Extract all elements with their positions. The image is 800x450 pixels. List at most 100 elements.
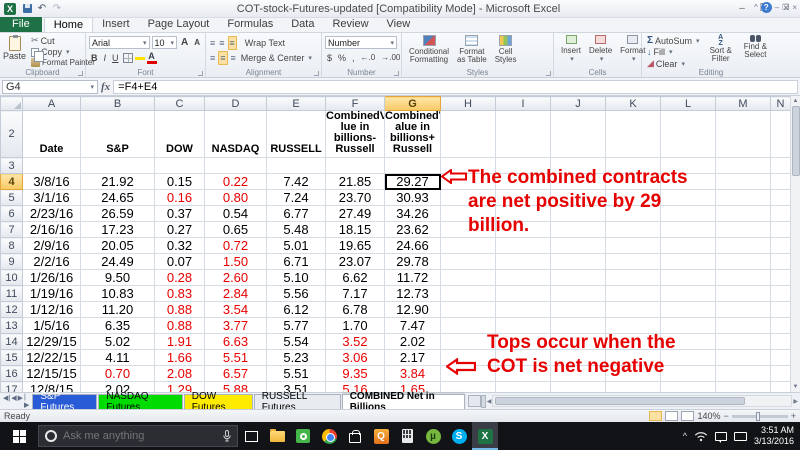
cell-C16[interactable]: 2.08 <box>155 366 205 382</box>
cell-F12[interactable]: 6.78 <box>326 302 385 318</box>
cell-B12[interactable]: 11.20 <box>81 302 155 318</box>
cell-empty[interactable] <box>551 111 606 158</box>
cell-empty[interactable] <box>661 382 716 393</box>
decrease-decimal-button[interactable]: →.00 <box>379 53 402 62</box>
cell-A6[interactable]: 2/23/16 <box>23 206 81 222</box>
align-middle-button[interactable]: ≡ <box>218 37 225 49</box>
delete-cells-button[interactable]: Delete▾ <box>585 35 616 66</box>
cell-empty[interactable] <box>661 302 716 318</box>
cell-empty[interactable] <box>606 254 661 270</box>
cell-empty[interactable] <box>716 190 771 206</box>
row-header-17[interactable]: 17 <box>1 382 23 393</box>
cell-empty[interactable] <box>606 190 661 206</box>
workbook-minimize-icon[interactable]: – <box>775 3 779 12</box>
column-header-H[interactable]: H <box>441 97 496 111</box>
cell-D13[interactable]: 3.77 <box>205 318 267 334</box>
skype-button[interactable]: S <box>446 422 472 450</box>
cell-empty[interactable] <box>606 270 661 286</box>
vertical-scrollbar[interactable]: ▲ ▼ <box>790 96 800 392</box>
cell-C10[interactable]: 0.28 <box>155 270 205 286</box>
microphone-icon[interactable] <box>223 430 231 442</box>
italic-button[interactable]: I <box>102 53 109 63</box>
cell-B7[interactable]: 17.23 <box>81 222 155 238</box>
row-header-6[interactable]: 6 <box>1 206 23 222</box>
zoom-out-button[interactable]: − <box>723 411 728 421</box>
minimize-button[interactable]: – <box>732 2 752 15</box>
header-cell-f[interactable]: CombinedVa lue in billions- Russell <box>326 111 385 158</box>
cell-empty[interactable] <box>551 238 606 254</box>
cell-C8[interactable]: 0.32 <box>155 238 205 254</box>
search-input[interactable] <box>63 430 217 442</box>
cell-D5[interactable]: 0.80 <box>205 190 267 206</box>
cell-A5[interactable]: 3/1/16 <box>23 190 81 206</box>
cell-empty[interactable] <box>661 286 716 302</box>
cell-empty[interactable] <box>771 270 791 286</box>
cell-empty[interactable] <box>81 158 155 174</box>
cell-empty[interactable] <box>716 174 771 190</box>
cell-A11[interactable]: 1/19/16 <box>23 286 81 302</box>
cell-empty[interactable] <box>606 206 661 222</box>
horizontal-scroll-thumb[interactable] <box>495 397 745 405</box>
conditional-formatting-button[interactable]: Conditional Formatting <box>405 35 453 66</box>
cell-empty[interactable] <box>496 111 551 158</box>
align-bottom-button[interactable]: ≡ <box>228 36 237 50</box>
cell-B14[interactable]: 5.02 <box>81 334 155 350</box>
cell-empty[interactable] <box>496 174 551 190</box>
cell-empty[interactable] <box>606 174 661 190</box>
ribbon-tab-data[interactable]: Data <box>282 17 323 32</box>
workbook-restore-icon[interactable]: ❐ <box>782 3 789 12</box>
borders-button[interactable] <box>123 53 133 63</box>
cell-A8[interactable]: 2/9/16 <box>23 238 81 254</box>
cell-C13[interactable]: 0.88 <box>155 318 205 334</box>
header-cell-d[interactable]: NASDAQ <box>205 111 267 158</box>
column-header-I[interactable]: I <box>496 97 551 111</box>
tab-split-handle[interactable] <box>481 395 486 408</box>
ribbon-tab-home[interactable]: Home <box>44 17 93 32</box>
currency-button[interactable]: $ <box>325 53 334 63</box>
align-top-button[interactable]: ≡ <box>209 37 216 49</box>
cell-empty[interactable] <box>716 111 771 158</box>
vertical-scroll-thumb[interactable] <box>792 106 800 176</box>
cell-empty[interactable] <box>716 222 771 238</box>
cell-B9[interactable]: 24.49 <box>81 254 155 270</box>
wrap-text-button[interactable]: Wrap Text <box>243 38 287 48</box>
sheet-tab-s-p-futures[interactable]: S&P Futures <box>32 394 97 409</box>
header-cell-b[interactable]: S&P <box>81 111 155 158</box>
excel-app-icon[interactable]: X <box>4 3 16 15</box>
select-all-corner[interactable] <box>1 97 23 111</box>
cell-empty[interactable] <box>771 334 791 350</box>
cell-empty[interactable] <box>606 334 661 350</box>
cell-empty[interactable] <box>606 366 661 382</box>
cell-E10[interactable]: 5.10 <box>267 270 326 286</box>
cell-A15[interactable]: 12/22/15 <box>23 350 81 366</box>
grow-font-button[interactable]: A <box>179 37 190 48</box>
utorrent-button[interactable]: µ <box>420 422 446 450</box>
scroll-left-icon[interactable]: ◀ <box>487 396 492 406</box>
page-break-view-button[interactable] <box>681 411 694 421</box>
cell-E8[interactable]: 5.01 <box>267 238 326 254</box>
cell-empty[interactable] <box>661 270 716 286</box>
cell-C9[interactable]: 0.07 <box>155 254 205 270</box>
cell-F5[interactable]: 23.70 <box>326 190 385 206</box>
cell-empty[interactable] <box>771 302 791 318</box>
cell-empty[interactable] <box>661 350 716 366</box>
cell-G10[interactable]: 11.72 <box>385 270 441 286</box>
cell-G15[interactable]: 2.17 <box>385 350 441 366</box>
cell-C5[interactable]: 0.16 <box>155 190 205 206</box>
ribbon-tab-review[interactable]: Review <box>323 17 377 32</box>
fx-icon[interactable]: fx <box>101 81 110 93</box>
cell-G4[interactable]: 29.27 <box>385 174 441 190</box>
fill-button[interactable]: ↓Fill▾ <box>645 47 702 57</box>
cell-empty[interactable] <box>551 190 606 206</box>
cell-empty[interactable] <box>551 254 606 270</box>
header-cell-a[interactable]: Date <box>23 111 81 158</box>
cell-empty[interactable] <box>771 254 791 270</box>
wifi-icon[interactable] <box>694 431 708 442</box>
cell-empty[interactable] <box>771 286 791 302</box>
insert-worksheet-tab[interactable] <box>468 395 481 407</box>
cell-B16[interactable]: 0.70 <box>81 366 155 382</box>
cell-empty[interactable] <box>771 382 791 393</box>
vertical-scroll-track[interactable] <box>791 176 800 382</box>
cell-A12[interactable]: 1/12/16 <box>23 302 81 318</box>
cell-E15[interactable]: 5.23 <box>267 350 326 366</box>
